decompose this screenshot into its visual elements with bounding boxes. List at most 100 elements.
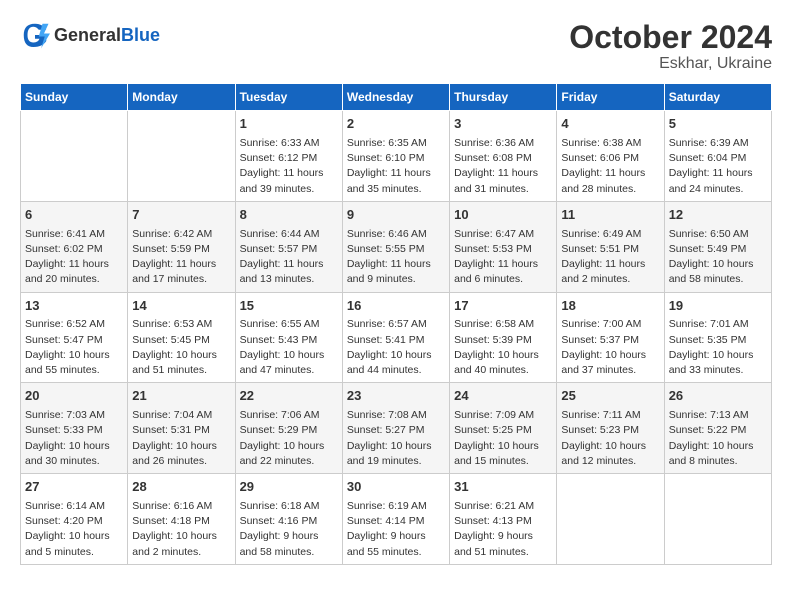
- calendar-cell: [21, 111, 128, 202]
- calendar-cell: 28 Sunrise: 6:16 AM Sunset: 4:18 PM Dayli…: [128, 474, 235, 565]
- day-number: 4: [561, 115, 659, 134]
- calendar-cell: 31Sunrise: 6:21 AM Sunset: 4:13 PM Dayli…: [450, 474, 557, 565]
- day-number: 17: [454, 297, 552, 316]
- calendar-cell: 15Sunrise: 6:55 AM Sunset: 5:43 PM Dayli…: [235, 292, 342, 383]
- day-info: Sunrise: 7:06 AM Sunset: 5:29 PM Dayligh…: [240, 408, 338, 469]
- calendar-cell: 7 Sunrise: 6:42 AM Sunset: 5:59 PM Daylig…: [128, 201, 235, 292]
- calendar-cell: 1Sunrise: 6:33 AM Sunset: 6:12 PM Daylig…: [235, 111, 342, 202]
- day-number: 13: [25, 297, 123, 316]
- calendar-cell: 26 Sunrise: 7:13 AM Sunset: 5:22 PM Dayli…: [664, 383, 771, 474]
- day-info: Sunrise: 6:14 AM Sunset: 4:20 PM Dayligh…: [25, 499, 123, 560]
- calendar-cell: [557, 474, 664, 565]
- page-header: General Blue October 2024 Eskhar, Ukrain…: [20, 20, 772, 73]
- weekday-header-sunday: Sunday: [21, 84, 128, 111]
- calendar-cell: 10 Sunrise: 6:47 AM Sunset: 5:53 PM Dayli…: [450, 201, 557, 292]
- logo-general: General: [54, 26, 121, 44]
- weekday-header-tuesday: Tuesday: [235, 84, 342, 111]
- weekday-header-saturday: Saturday: [664, 84, 771, 111]
- day-info: Sunrise: 7:11 AM Sunset: 5:23 PM Dayligh…: [561, 408, 659, 469]
- calendar-cell: 5Sunrise: 6:39 AM Sunset: 6:04 PM Daylig…: [664, 111, 771, 202]
- day-number: 19: [669, 297, 767, 316]
- logo-icon: [20, 20, 50, 50]
- day-number: 23: [347, 387, 445, 406]
- calendar-row-2: 13Sunrise: 6:52 AM Sunset: 5:47 PM Dayli…: [21, 292, 772, 383]
- calendar-cell: 4 Sunrise: 6:38 AM Sunset: 6:06 PM Daylig…: [557, 111, 664, 202]
- day-number: 26: [669, 387, 767, 406]
- calendar-cell: 25Sunrise: 7:11 AM Sunset: 5:23 PM Dayli…: [557, 383, 664, 474]
- weekday-header-row: SundayMondayTuesdayWednesdayThursdayFrid…: [21, 84, 772, 111]
- day-number: 20: [25, 387, 123, 406]
- weekday-header-monday: Monday: [128, 84, 235, 111]
- day-info: Sunrise: 6:58 AM Sunset: 5:39 PM Dayligh…: [454, 317, 552, 378]
- calendar-cell: 17Sunrise: 6:58 AM Sunset: 5:39 PM Dayli…: [450, 292, 557, 383]
- calendar-row-3: 20 Sunrise: 7:03 AM Sunset: 5:33 PM Dayli…: [21, 383, 772, 474]
- day-number: 8: [240, 206, 338, 225]
- day-info: Sunrise: 6:41 AM Sunset: 6:02 PM Dayligh…: [25, 227, 123, 288]
- calendar-cell: 19Sunrise: 7:01 AM Sunset: 5:35 PM Dayli…: [664, 292, 771, 383]
- calendar-body: 1Sunrise: 6:33 AM Sunset: 6:12 PM Daylig…: [21, 111, 772, 565]
- day-info: Sunrise: 7:13 AM Sunset: 5:22 PM Dayligh…: [669, 408, 767, 469]
- day-number: 28: [132, 478, 230, 497]
- calendar-cell: 22Sunrise: 7:06 AM Sunset: 5:29 PM Dayli…: [235, 383, 342, 474]
- calendar-cell: 14Sunrise: 6:53 AM Sunset: 5:45 PM Dayli…: [128, 292, 235, 383]
- day-number: 12: [669, 206, 767, 225]
- day-number: 11: [561, 206, 659, 225]
- day-number: 15: [240, 297, 338, 316]
- day-number: 10: [454, 206, 552, 225]
- day-info: Sunrise: 6:53 AM Sunset: 5:45 PM Dayligh…: [132, 317, 230, 378]
- day-number: 5: [669, 115, 767, 134]
- calendar-cell: 29Sunrise: 6:18 AM Sunset: 4:16 PM Dayli…: [235, 474, 342, 565]
- day-info: Sunrise: 6:35 AM Sunset: 6:10 PM Dayligh…: [347, 136, 445, 197]
- weekday-header-wednesday: Wednesday: [342, 84, 449, 111]
- day-number: 3: [454, 115, 552, 134]
- day-info: Sunrise: 6:38 AM Sunset: 6:06 PM Dayligh…: [561, 136, 659, 197]
- calendar-cell: 21 Sunrise: 7:04 AM Sunset: 5:31 PM Dayli…: [128, 383, 235, 474]
- day-number: 18: [561, 297, 659, 316]
- day-info: Sunrise: 6:36 AM Sunset: 6:08 PM Dayligh…: [454, 136, 552, 197]
- calendar-cell: 11 Sunrise: 6:49 AM Sunset: 5:51 PM Dayli…: [557, 201, 664, 292]
- day-info: Sunrise: 6:55 AM Sunset: 5:43 PM Dayligh…: [240, 317, 338, 378]
- logo-text: General Blue: [54, 26, 160, 44]
- calendar-cell: 20 Sunrise: 7:03 AM Sunset: 5:33 PM Dayli…: [21, 383, 128, 474]
- day-number: 2: [347, 115, 445, 134]
- calendar-cell: 30 Sunrise: 6:19 AM Sunset: 4:14 PM Dayli…: [342, 474, 449, 565]
- day-info: Sunrise: 7:01 AM Sunset: 5:35 PM Dayligh…: [669, 317, 767, 378]
- calendar-table: SundayMondayTuesdayWednesdayThursdayFrid…: [20, 83, 772, 565]
- weekday-header-thursday: Thursday: [450, 84, 557, 111]
- calendar-cell: 6 Sunrise: 6:41 AM Sunset: 6:02 PM Daylig…: [21, 201, 128, 292]
- calendar-cell: 18Sunrise: 7:00 AM Sunset: 5:37 PM Dayli…: [557, 292, 664, 383]
- day-info: Sunrise: 7:04 AM Sunset: 5:31 PM Dayligh…: [132, 408, 230, 469]
- calendar-row-1: 6 Sunrise: 6:41 AM Sunset: 6:02 PM Daylig…: [21, 201, 772, 292]
- day-info: Sunrise: 6:42 AM Sunset: 5:59 PM Dayligh…: [132, 227, 230, 288]
- day-number: 9: [347, 206, 445, 225]
- calendar-cell: 8 Sunrise: 6:44 AM Sunset: 5:57 PM Daylig…: [235, 201, 342, 292]
- day-info: Sunrise: 6:52 AM Sunset: 5:47 PM Dayligh…: [25, 317, 123, 378]
- calendar-cell: 27Sunrise: 6:14 AM Sunset: 4:20 PM Dayli…: [21, 474, 128, 565]
- calendar-header: SundayMondayTuesdayWednesdayThursdayFrid…: [21, 84, 772, 111]
- calendar-cell: 23 Sunrise: 7:08 AM Sunset: 5:27 PM Dayli…: [342, 383, 449, 474]
- day-number: 1: [240, 115, 338, 134]
- day-number: 7: [132, 206, 230, 225]
- logo-blue: Blue: [121, 26, 160, 44]
- day-number: 30: [347, 478, 445, 497]
- day-info: Sunrise: 7:03 AM Sunset: 5:33 PM Dayligh…: [25, 408, 123, 469]
- calendar-cell: 2 Sunrise: 6:35 AM Sunset: 6:10 PM Daylig…: [342, 111, 449, 202]
- day-number: 21: [132, 387, 230, 406]
- day-number: 16: [347, 297, 445, 316]
- logo: General Blue: [20, 20, 160, 50]
- day-info: Sunrise: 6:47 AM Sunset: 5:53 PM Dayligh…: [454, 227, 552, 288]
- day-number: 6: [25, 206, 123, 225]
- day-info: Sunrise: 6:44 AM Sunset: 5:57 PM Dayligh…: [240, 227, 338, 288]
- day-info: Sunrise: 6:16 AM Sunset: 4:18 PM Dayligh…: [132, 499, 230, 560]
- day-info: Sunrise: 6:19 AM Sunset: 4:14 PM Dayligh…: [347, 499, 445, 560]
- day-info: Sunrise: 6:57 AM Sunset: 5:41 PM Dayligh…: [347, 317, 445, 378]
- day-info: Sunrise: 6:49 AM Sunset: 5:51 PM Dayligh…: [561, 227, 659, 288]
- calendar-cell: 9Sunrise: 6:46 AM Sunset: 5:55 PM Daylig…: [342, 201, 449, 292]
- day-info: Sunrise: 6:50 AM Sunset: 5:49 PM Dayligh…: [669, 227, 767, 288]
- day-info: Sunrise: 6:21 AM Sunset: 4:13 PM Dayligh…: [454, 499, 552, 560]
- calendar-cell: [664, 474, 771, 565]
- day-number: 14: [132, 297, 230, 316]
- day-info: Sunrise: 7:08 AM Sunset: 5:27 PM Dayligh…: [347, 408, 445, 469]
- day-info: Sunrise: 7:00 AM Sunset: 5:37 PM Dayligh…: [561, 317, 659, 378]
- calendar-cell: 3 Sunrise: 6:36 AM Sunset: 6:08 PM Daylig…: [450, 111, 557, 202]
